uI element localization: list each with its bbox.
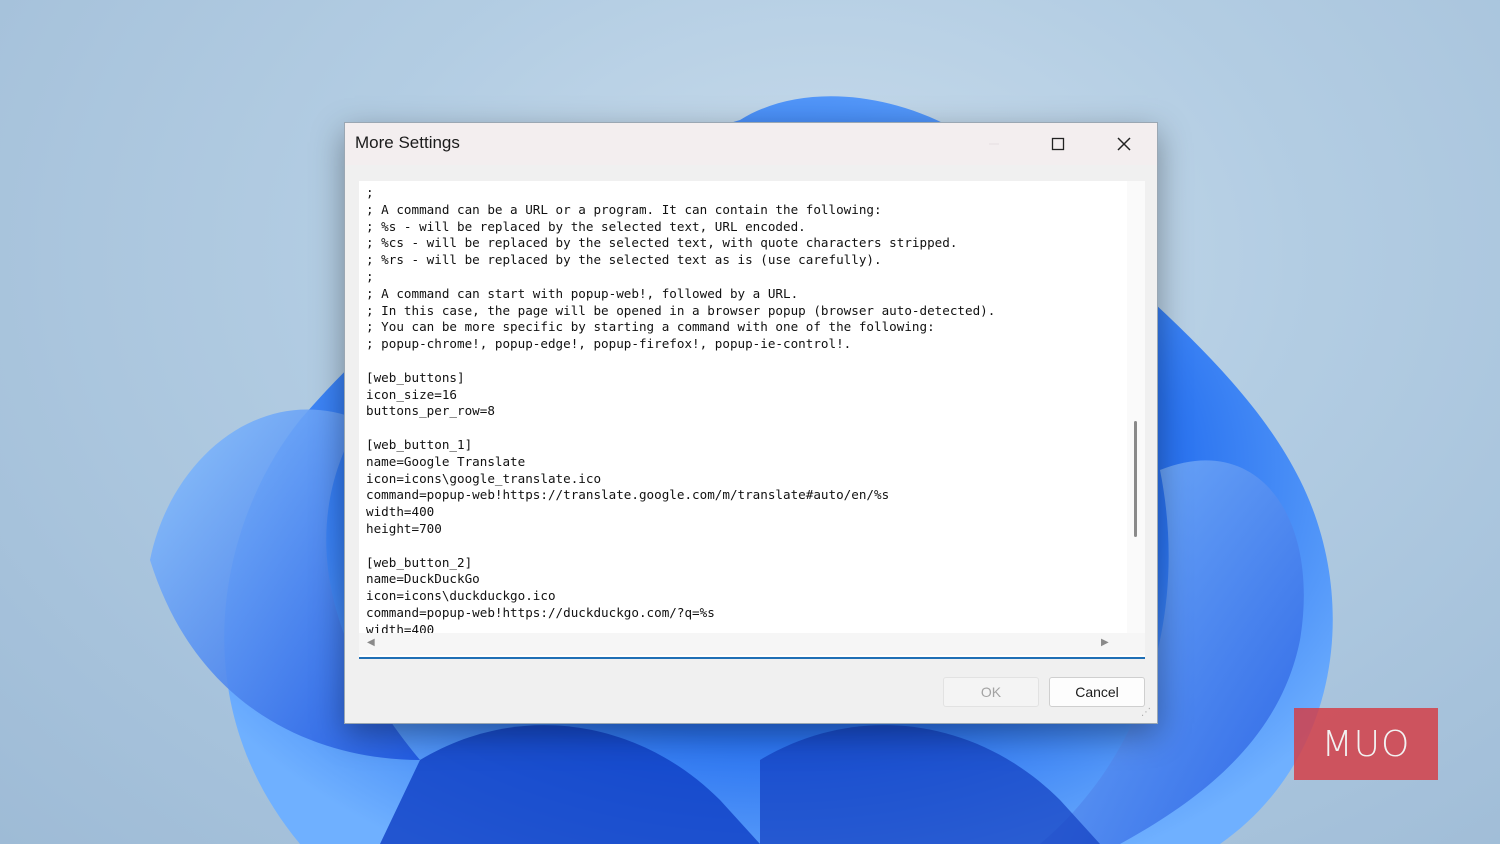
editor-line: icon=icons\google_translate.ico (366, 470, 602, 486)
editor-line: name=Google Translate (366, 453, 526, 469)
editor-line: width=400 (366, 621, 435, 633)
close-icon (1117, 137, 1131, 151)
editor-line: ; (366, 268, 374, 284)
editor-line: ; %cs - will be replaced by the selected… (366, 235, 958, 251)
editor-line: ; In this case, the page will be opened … (366, 302, 996, 318)
editor-line: command=popup-web!https://translate.goog… (366, 487, 890, 503)
close-button[interactable] (1101, 123, 1147, 165)
editor-line: name=DuckDuckGo (366, 571, 480, 587)
editor-line: height=700 (366, 520, 442, 536)
editor-line: command=popup-web!https://duckduckgo.com… (366, 604, 715, 620)
editor-line: width=400 (366, 504, 435, 520)
editor-line: ; A command can be a URL or a program. I… (366, 201, 882, 217)
editor-line: [web_button_1] (366, 436, 473, 452)
settings-text-editor[interactable]: ;; A command can be a URL or a program. … (359, 181, 1145, 659)
editor-line: icon=icons\duckduckgo.ico (366, 588, 556, 604)
vertical-scrollbar[interactable] (1127, 181, 1145, 633)
title-bar: More Settings (345, 123, 1157, 165)
vertical-scroll-thumb[interactable] (1134, 421, 1137, 537)
editor-line: ; %rs - will be replaced by the selected… (366, 252, 882, 268)
editor-line: ; A command can start with popup-web!, f… (366, 285, 799, 301)
editor-line: ; %s - will be replaced by the selected … (366, 218, 806, 234)
dialog-title: More Settings (355, 133, 460, 152)
ok-button[interactable]: OK (943, 677, 1039, 707)
editor-line: icon_size=16 (366, 386, 457, 402)
editor-line: ; (366, 185, 374, 200)
editor-line: [web_buttons] (366, 369, 465, 385)
scroll-left-icon[interactable]: ◀ (367, 637, 375, 648)
resize-grip-icon[interactable]: ⋰ (1141, 707, 1153, 719)
editor-line: ; You can be more specific by starting a… (366, 319, 935, 335)
muo-watermark-logo: MUO (1294, 708, 1438, 780)
more-settings-dialog: More Settings ;; A command can be a URL … (344, 122, 1158, 724)
maximize-button[interactable] (1035, 123, 1081, 165)
horizontal-scrollbar[interactable]: ◀ ▶ (359, 633, 1145, 655)
editor-line: buttons_per_row=8 (366, 403, 495, 419)
cancel-button[interactable]: Cancel (1049, 677, 1145, 707)
editor-line: ; popup-chrome!, popup-edge!, popup-fire… (366, 336, 852, 352)
maximize-icon (1051, 137, 1065, 151)
editor-line: [web_button_2] (366, 554, 473, 570)
minimize-icon (989, 143, 999, 145)
minimize-button[interactable] (971, 123, 1017, 165)
settings-text[interactable]: ;; A command can be a URL or a program. … (366, 185, 1106, 633)
scroll-right-icon[interactable]: ▶ (1101, 637, 1109, 648)
